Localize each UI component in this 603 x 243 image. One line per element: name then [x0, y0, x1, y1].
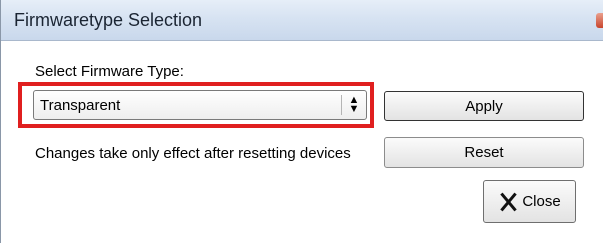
changes-note: Changes take only effect after resetting… [35, 145, 351, 162]
firmware-type-label: Select Firmware Type: [35, 63, 184, 80]
window-title: Firmwaretype Selection [14, 10, 203, 30]
close-icon [498, 192, 518, 212]
firmware-type-value: Transparent [40, 97, 121, 114]
reset-button-label: Reset [464, 144, 504, 161]
reset-button[interactable]: Reset [384, 137, 584, 168]
title-bar[interactable]: Firmwaretype Selection [1, 0, 603, 41]
close-button[interactable]: Close [483, 180, 576, 223]
combo-separator [341, 95, 342, 115]
apply-button[interactable]: Apply [384, 91, 584, 121]
apply-button-label: Apply [465, 97, 503, 115]
firmwaretype-dialog: Firmwaretype Selection Select Firmware T… [0, 0, 603, 243]
window-close-icon[interactable] [596, 13, 603, 28]
firmware-type-select[interactable]: Transparent ▲ ▼ [33, 90, 367, 120]
close-button-label: Close [522, 193, 561, 210]
updown-arrow-icon[interactable]: ▲ ▼ [347, 95, 361, 116]
